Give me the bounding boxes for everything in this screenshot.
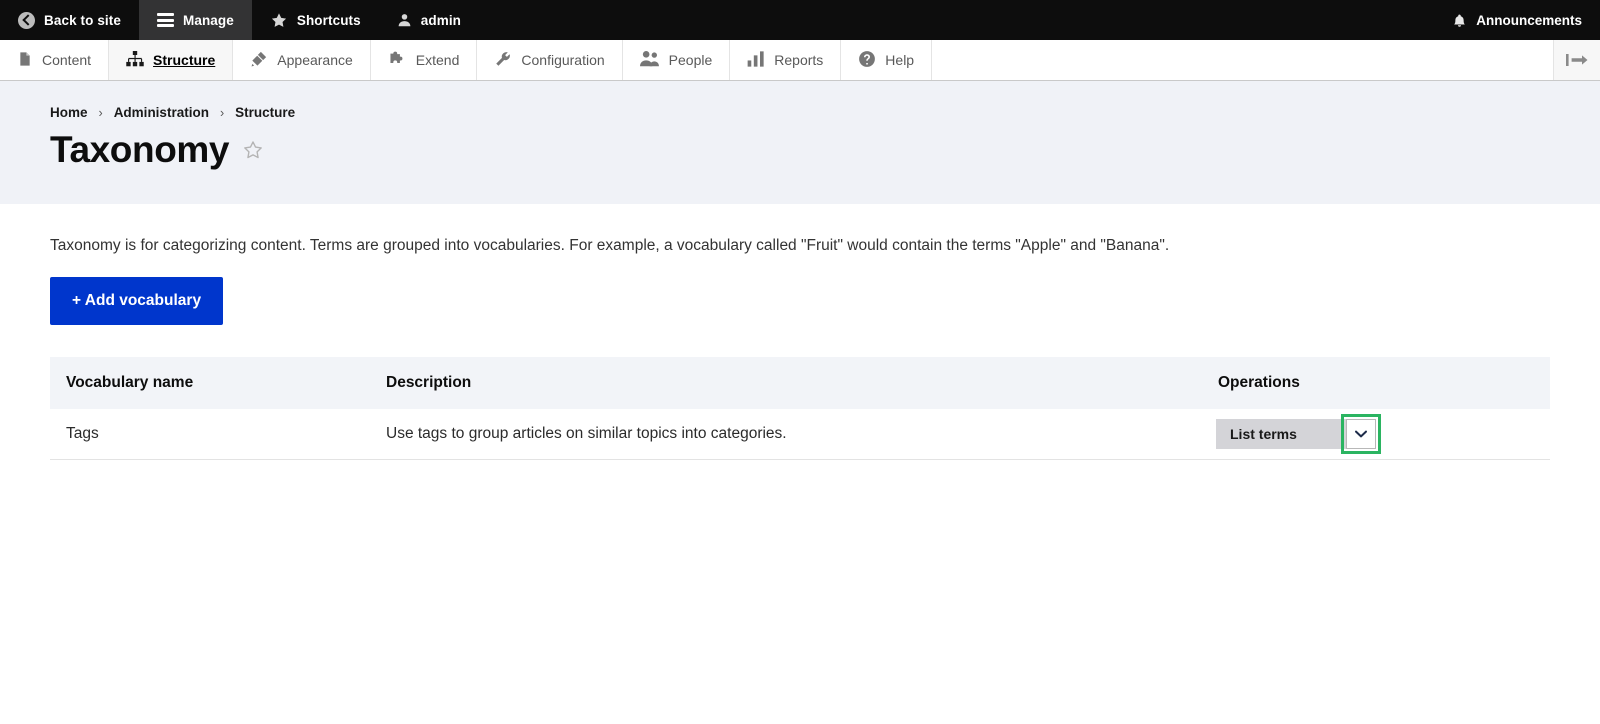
paintbrush-icon: [250, 50, 268, 71]
back-to-site-button[interactable]: Back to site: [0, 0, 139, 40]
nav-item-content-label: Content: [42, 52, 92, 68]
person-icon: [397, 12, 412, 28]
sitemap-icon: [126, 50, 144, 70]
nav-item-reports[interactable]: Reports: [730, 40, 842, 80]
puzzle-icon: [388, 50, 407, 71]
breadcrumb-item-administration[interactable]: Administration: [114, 105, 209, 120]
cell-vocabulary-name: Tags: [50, 409, 370, 461]
nav-item-structure-label: Structure: [153, 52, 216, 68]
breadcrumb-separator: ›: [98, 105, 103, 120]
toolbar-tab-shortcuts[interactable]: Shortcuts: [252, 0, 379, 40]
nav-item-configuration-label: Configuration: [521, 52, 605, 68]
toolbar-tab-manage[interactable]: Manage: [138, 0, 252, 40]
breadcrumb: Home › Administration › Structure: [50, 105, 1600, 120]
nav-item-help[interactable]: Help: [841, 40, 933, 80]
toolbar-tab-manage-label: Manage: [182, 12, 234, 28]
nav-item-people-label: People: [668, 52, 713, 68]
breadcrumb-separator: ›: [219, 105, 225, 120]
table-row: Tags Use tags to group articles on simil…: [50, 409, 1550, 461]
question-mark-icon: [858, 50, 876, 71]
subnav-spacer: [932, 40, 1554, 80]
operations-dropdown-toggle[interactable]: [1346, 419, 1376, 450]
column-header-description: Description: [386, 374, 472, 392]
table-body: Tags Use tags to group articles on simil…: [50, 409, 1550, 461]
bell-icon: [1452, 12, 1467, 29]
nav-item-configuration[interactable]: Configuration: [477, 40, 623, 80]
toolbar-tab-account-label: admin: [420, 12, 462, 28]
collapse-sidebar-icon[interactable]: [1554, 40, 1600, 80]
table-head: Vocabulary name Description Operations: [50, 357, 1550, 410]
nav-item-extend-label: Extend: [415, 52, 460, 68]
nav-item-content[interactable]: Content: [0, 40, 110, 80]
table-header-row: Vocabulary name Description Operations: [50, 357, 1550, 410]
nav-item-appearance[interactable]: Appearance: [233, 40, 371, 80]
bar-chart-icon: [747, 50, 765, 70]
back-to-site-label: Back to site: [44, 12, 121, 28]
star-outline-icon[interactable]: [242, 139, 264, 161]
column-header-operations: Operations: [1218, 374, 1300, 392]
operations-dropbutton: List terms: [1216, 414, 1381, 455]
intro-text: Taxonomy is for categorizing content. Te…: [50, 237, 1170, 254]
people-icon: [639, 50, 660, 70]
back-circle-arrow-icon: [18, 11, 35, 29]
column-header-vocabulary-name: Vocabulary name: [66, 374, 194, 392]
star-icon: [270, 12, 288, 29]
main-content: Taxonomy is for categorizing content. Te…: [0, 204, 1600, 461]
nav-item-reports-label: Reports: [774, 52, 824, 68]
nav-item-structure[interactable]: Structure: [109, 40, 234, 80]
add-vocabulary-button[interactable]: + Add vocabulary: [50, 277, 224, 326]
operations-list-terms-button[interactable]: List terms: [1216, 419, 1346, 450]
admin-secondary-nav: Content Structure Appearance Extend Conf…: [0, 40, 1600, 81]
vocabularies-table: Vocabulary name Description Operations T…: [50, 357, 1550, 461]
breadcrumb-item-structure[interactable]: Structure: [235, 105, 295, 120]
wrench-icon: [494, 50, 512, 71]
announcements-button[interactable]: Announcements: [1434, 0, 1600, 40]
nav-item-help-label: Help: [885, 52, 915, 68]
document-icon: [17, 50, 33, 71]
nav-item-appearance-label: Appearance: [277, 52, 353, 68]
cell-operations: List terms: [1200, 409, 1550, 461]
page-title: Taxonomy: [50, 129, 230, 170]
operations-dropdown-toggle-wrap: [1341, 414, 1381, 455]
admin-toolbar: Back to site Manage Shortcuts admin Anno…: [0, 0, 1600, 40]
cell-description: Use tags to group articles on similar to…: [370, 409, 1200, 461]
breadcrumb-item-home[interactable]: Home: [50, 105, 88, 120]
hamburger-menu-icon: [156, 13, 174, 27]
toolbar-tab-shortcuts-label: Shortcuts: [296, 12, 361, 28]
nav-item-people[interactable]: People: [623, 40, 731, 80]
nav-item-extend[interactable]: Extend: [371, 40, 478, 80]
toolbar-tab-account[interactable]: admin: [379, 0, 479, 40]
announcements-label: Announcements: [1476, 12, 1582, 28]
page-header: Home › Administration › Structure Taxono…: [0, 81, 1600, 204]
title-row: Taxonomy: [50, 131, 1600, 168]
chevron-down-icon: [1355, 430, 1367, 438]
